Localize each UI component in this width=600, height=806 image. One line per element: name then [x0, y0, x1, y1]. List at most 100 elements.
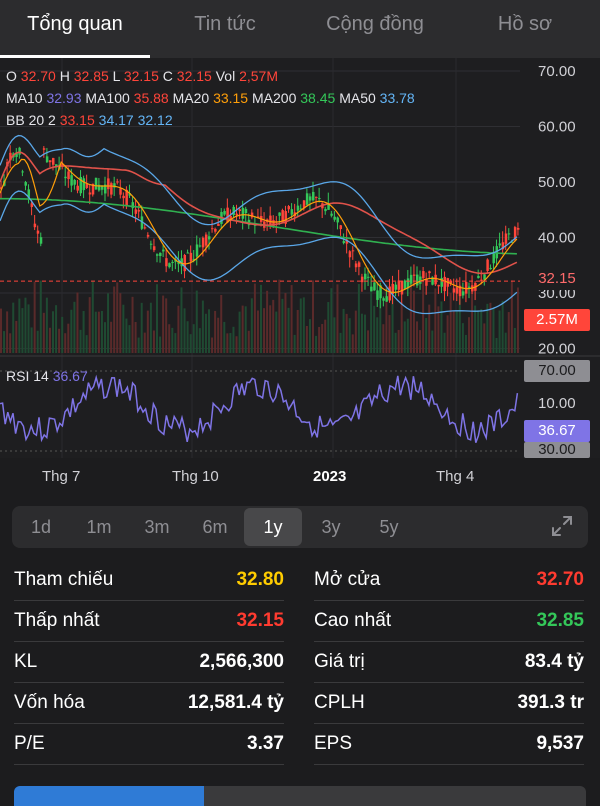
volume-bar [94, 311, 97, 353]
stat-row: CPLH 391.3 tr [314, 683, 584, 724]
range-3m[interactable]: 3m [128, 508, 186, 546]
volume-bar [400, 302, 403, 353]
volume-bar [461, 323, 464, 353]
volume-bar [177, 305, 180, 353]
candle-body [183, 254, 187, 272]
tab-news[interactable]: Tin tức [150, 0, 300, 58]
candle-body [516, 227, 520, 230]
candle-body [211, 228, 214, 230]
volume-bar [6, 311, 9, 353]
stat-label: P/E [14, 733, 45, 754]
volume-bar [168, 324, 171, 353]
range-1m[interactable]: 1m [70, 508, 128, 546]
low-value: 32.15 [123, 68, 159, 84]
expand-icon[interactable] [550, 514, 574, 538]
candle-body [134, 209, 138, 214]
volume-bar [501, 300, 504, 353]
candle-body [348, 251, 352, 258]
ma100-line [0, 151, 518, 275]
ma20-line [0, 158, 518, 294]
candle-body [318, 197, 321, 199]
candle-body [217, 223, 220, 226]
volume-bar [431, 330, 434, 353]
stat-row: P/E 3.37 [14, 724, 284, 765]
ma-legend: MA10 32.93 MA100 35.88 MA20 33.15 MA200 … [6, 90, 415, 106]
volume-bar [409, 282, 412, 353]
action-button-secondary[interactable] [204, 786, 586, 806]
action-button-primary[interactable] [14, 786, 204, 806]
volume-bar [52, 311, 54, 353]
candle-body [357, 262, 361, 267]
price-axis-label: 70.00 [538, 63, 576, 80]
low-label: L [112, 68, 120, 84]
candle-body [351, 250, 355, 252]
volume-bar [305, 325, 308, 353]
tab-profile[interactable]: Hồ sơ [450, 0, 600, 58]
rsi-legend: RSI 14 36.67 [6, 368, 88, 384]
candle-body [201, 237, 205, 248]
candle-body [452, 288, 456, 293]
stat-label: Tham chiếu [14, 569, 114, 590]
volume-bar [88, 297, 91, 353]
rsi-value-tag: 36.67 [524, 420, 590, 442]
volume-bar [152, 330, 155, 353]
volume-bar [64, 333, 67, 353]
rsi-upper-tag: 70.00 [524, 360, 590, 382]
volume-bar [504, 332, 507, 353]
candle-body [137, 210, 141, 212]
candle-body [42, 148, 46, 150]
tab-community[interactable]: Cộng đồng [300, 0, 450, 58]
tab-overview[interactable]: Tổng quan [0, 0, 150, 58]
candle-body [36, 230, 40, 234]
stat-row: Tham chiếu 32.80 [14, 560, 284, 601]
candle-body [388, 286, 391, 301]
candle-body [214, 228, 217, 232]
candle-body [296, 205, 300, 211]
volume-bar [73, 301, 76, 353]
stat-row: Mở cửa 32.70 [314, 560, 584, 601]
candle-body [397, 280, 401, 290]
volume-bar [149, 302, 152, 353]
candle-body [409, 274, 413, 284]
volume-bar [269, 305, 272, 353]
stat-label: Thấp nhất [14, 610, 100, 631]
volume-bar [217, 317, 220, 353]
ma10-value: 32.93 [46, 90, 82, 106]
volume-bar [256, 310, 259, 353]
candle-body [119, 188, 122, 195]
candle-body [308, 196, 312, 201]
range-6m[interactable]: 6m [186, 508, 244, 546]
volume-bar [449, 292, 452, 353]
stat-row: Vốn hóa 12,581.4 tỷ [14, 683, 284, 724]
range-5y[interactable]: 5y [360, 508, 418, 546]
stat-value: 32.70 [536, 569, 584, 590]
volume-bar [244, 306, 247, 353]
volume-bar [235, 336, 238, 353]
rsi-axis-label: 10.00 [538, 395, 576, 412]
candle-body [223, 210, 226, 215]
volume-bar [0, 308, 2, 353]
stat-label: Mở cửa [314, 569, 381, 590]
volume-bar [339, 332, 342, 353]
candle-body [416, 274, 419, 286]
price-chart[interactable]: 70.00 60.00 50.00 40.00 30.00 20.00 10.00 O 32… [0, 58, 600, 458]
range-1d[interactable]: 1d [12, 508, 70, 546]
volume-bar [510, 280, 513, 353]
range-3y[interactable]: 3y [302, 508, 360, 546]
candle-body [94, 177, 98, 190]
volume-bar [91, 280, 94, 353]
volume-bar [293, 334, 296, 353]
candle-body [464, 281, 468, 294]
range-1y[interactable]: 1y [244, 508, 302, 546]
volume-bar [128, 325, 131, 353]
candle-body [64, 176, 67, 179]
candle-body [287, 206, 291, 210]
volume-bar [474, 305, 477, 353]
volume-bar [327, 302, 330, 353]
volume-bar [143, 332, 146, 353]
volume-bar [342, 308, 345, 353]
stat-label: Cao nhất [314, 610, 392, 631]
candle-body [76, 185, 79, 191]
volume-bar [370, 286, 373, 353]
volume-bar [42, 312, 45, 353]
